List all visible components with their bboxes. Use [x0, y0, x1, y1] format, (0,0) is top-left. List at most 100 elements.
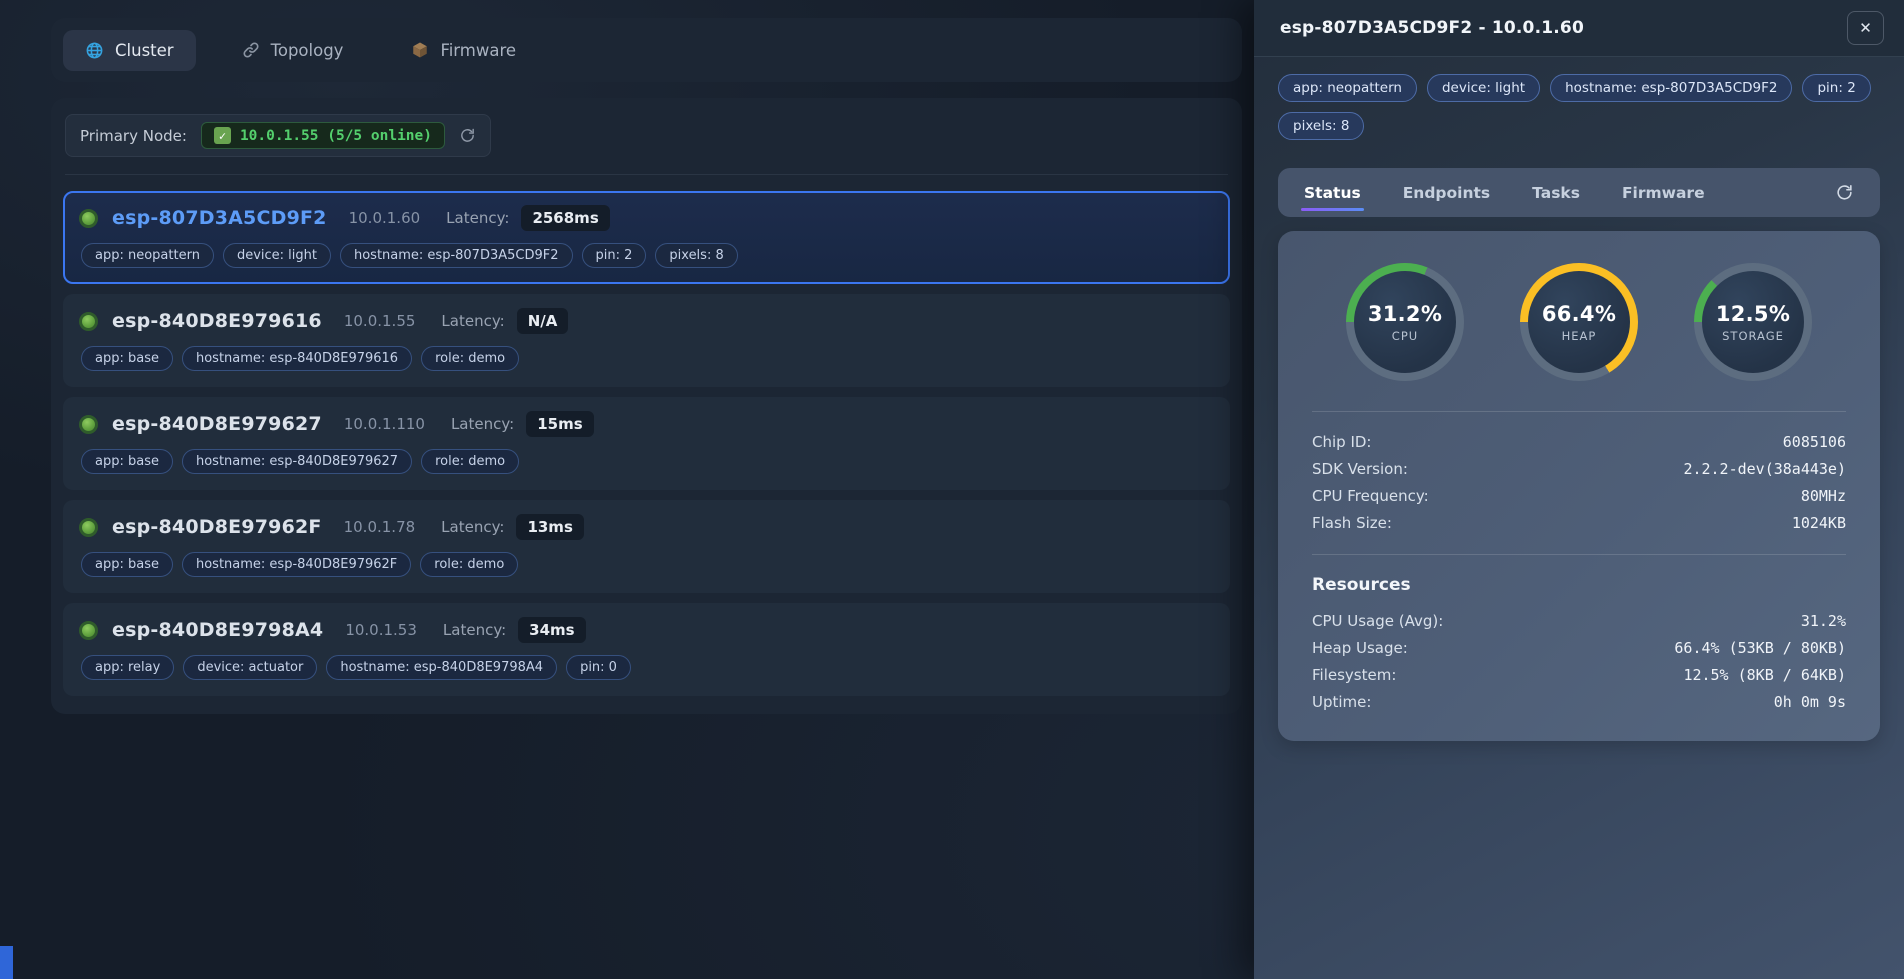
tag-pill: hostname: esp-840D8E97962F — [182, 552, 411, 577]
latency-value: 2568ms — [521, 205, 609, 231]
primary-node-label: Primary Node: — [80, 127, 187, 145]
tab-firmware-detail[interactable]: Firmware — [1622, 168, 1705, 217]
tab-status[interactable]: Status — [1304, 168, 1361, 217]
heap-gauge: 66.4% HEAP — [1520, 263, 1638, 381]
tab-endpoints-label: Endpoints — [1403, 184, 1490, 202]
tab-tasks[interactable]: Tasks — [1532, 168, 1580, 217]
divider — [1312, 554, 1846, 555]
node-ip: 10.0.1.53 — [345, 621, 417, 639]
online-status-dot — [79, 518, 98, 537]
node-name: esp-840D8E979616 — [112, 310, 322, 332]
storage-gauge-label: STORAGE — [1722, 329, 1784, 343]
gauges: 31.2% CPU 66.4% HEAP 12.5% STORAGE — [1312, 263, 1846, 381]
primary-refresh-button[interactable] — [459, 127, 476, 144]
detail-row-cpu-frequency: CPU Frequency: 80MHz — [1312, 482, 1846, 509]
node-row-esp-840D8E979616[interactable]: esp-840D8E979616 10.0.1.55 Latency: N/A … — [63, 294, 1230, 387]
online-status-dot — [79, 209, 98, 228]
node-ip: 10.0.1.55 — [344, 312, 416, 330]
node-row-esp-807D3A5CD9F2[interactable]: esp-807D3A5CD9F2 10.0.1.60 Latency: 2568… — [63, 191, 1230, 284]
node-tags: app: base hostname: esp-840D8E979616 rol… — [81, 346, 1214, 371]
close-button[interactable]: ✕ — [1847, 11, 1884, 45]
tag-pill: hostname: esp-807D3A5CD9F2 — [1550, 74, 1792, 102]
primary-node-status-badge: ✓ 10.0.1.55 (5/5 online) — [201, 122, 445, 149]
node-name: esp-840D8E97962F — [112, 516, 322, 538]
latency-label: Latency: — [446, 209, 509, 227]
latency-value: N/A — [517, 308, 569, 334]
detail-label: Heap Usage: — [1312, 639, 1408, 657]
panel-header: esp-807D3A5CD9F2 - 10.0.1.60 ✕ — [1254, 0, 1904, 57]
detail-value: 6085106 — [1783, 433, 1846, 451]
tab-status-label: Status — [1304, 184, 1361, 202]
main-area: Cluster Topology Firmware — [51, 18, 1242, 714]
tag-pill: role: demo — [420, 552, 518, 577]
latency-value: 34ms — [518, 617, 585, 643]
top-nav: Cluster Topology Firmware — [51, 18, 1242, 82]
tab-firmware[interactable]: Firmware — [389, 30, 538, 71]
tab-cluster[interactable]: Cluster — [63, 30, 196, 71]
tag-pill: app: base — [81, 552, 173, 577]
tag-pill: pin: 2 — [582, 243, 647, 268]
tab-firmware-detail-label: Firmware — [1622, 184, 1705, 202]
latency-value: 15ms — [526, 411, 593, 437]
active-tab-underline — [1301, 208, 1364, 211]
tab-firmware-label: Firmware — [440, 41, 516, 60]
tag-pill: app: neopattern — [1278, 74, 1417, 102]
corner-accent — [0, 946, 13, 979]
node-ip: 10.0.1.78 — [344, 518, 416, 536]
detail-tabs: Status Endpoints Tasks Firmware — [1278, 168, 1880, 217]
node-ip: 10.0.1.110 — [344, 415, 425, 433]
latency-label: Latency: — [441, 312, 504, 330]
node-row-esp-840D8E979627[interactable]: esp-840D8E979627 10.0.1.110 Latency: 15m… — [63, 397, 1230, 490]
node-row-esp-840D8E9798A4[interactable]: esp-840D8E9798A4 10.0.1.53 Latency: 34ms… — [63, 603, 1230, 696]
node-tags: app: neopattern device: light hostname: … — [81, 243, 1214, 268]
latency-label: Latency: — [451, 415, 514, 433]
cpu-gauge-label: CPU — [1392, 329, 1418, 343]
tag-pill: pin: 2 — [1802, 74, 1870, 102]
panel-refresh-button[interactable] — [1835, 168, 1854, 217]
tab-endpoints[interactable]: Endpoints — [1403, 168, 1490, 217]
tag-pill: device: light — [223, 243, 331, 268]
tag-pill: app: base — [81, 449, 173, 474]
detail-value: 66.4% (53KB / 80KB) — [1674, 639, 1846, 657]
resource-row-cpu-usage: CPU Usage (Avg): 31.2% — [1312, 607, 1846, 634]
cpu-gauge-value: 31.2% — [1368, 302, 1442, 326]
node-detail-panel: esp-807D3A5CD9F2 - 10.0.1.60 ✕ app: neop… — [1254, 0, 1904, 979]
status-content-card: 31.2% CPU 66.4% HEAP 12.5% STORAGE Chi — [1278, 231, 1880, 741]
latency-label: Latency: — [441, 518, 504, 536]
globe-icon — [85, 41, 104, 60]
panel-tags: app: neopattern device: light hostname: … — [1254, 57, 1904, 146]
node-name: esp-840D8E979627 — [112, 413, 322, 435]
resources-heading: Resources — [1312, 575, 1846, 595]
storage-gauge: 12.5% STORAGE — [1694, 263, 1812, 381]
node-name: esp-840D8E9798A4 — [112, 619, 323, 641]
tab-cluster-label: Cluster — [115, 41, 174, 60]
link-icon — [242, 41, 260, 59]
node-tags: app: relay device: actuator hostname: es… — [81, 655, 1214, 680]
detail-value: 80MHz — [1801, 487, 1846, 505]
detail-label: Flash Size: — [1312, 514, 1392, 532]
online-status-dot — [79, 415, 98, 434]
tab-topology-label: Topology — [271, 41, 344, 60]
detail-value: 0h 0m 9s — [1774, 693, 1846, 711]
detail-row-chip-id: Chip ID: 6085106 — [1312, 428, 1846, 455]
detail-label: Uptime: — [1312, 693, 1371, 711]
online-status-dot — [79, 312, 98, 331]
node-tags: app: base hostname: esp-840D8E97962F rol… — [81, 552, 1214, 577]
tag-pill: app: base — [81, 346, 173, 371]
node-row-esp-840D8E97962F[interactable]: esp-840D8E97962F 10.0.1.78 Latency: 13ms… — [63, 500, 1230, 593]
divider — [65, 174, 1228, 175]
tag-pill: app: relay — [81, 655, 174, 680]
heap-gauge-label: HEAP — [1562, 329, 1597, 343]
cluster-list-card: Primary Node: ✓ 10.0.1.55 (5/5 online) e… — [51, 98, 1242, 714]
tab-topology[interactable]: Topology — [220, 30, 366, 71]
resource-list: CPU Usage (Avg): 31.2% Heap Usage: 66.4%… — [1312, 607, 1846, 715]
tag-pill: hostname: esp-807D3A5CD9F2 — [340, 243, 573, 268]
node-list: esp-807D3A5CD9F2 10.0.1.60 Latency: 2568… — [63, 191, 1230, 696]
tag-pill: hostname: esp-840D8E979627 — [182, 449, 412, 474]
tag-pill: hostname: esp-840D8E9798A4 — [326, 655, 557, 680]
detail-value: 1024KB — [1792, 514, 1846, 532]
latency-value: 13ms — [516, 514, 583, 540]
detail-label: CPU Usage (Avg): — [1312, 612, 1443, 630]
node-tags: app: base hostname: esp-840D8E979627 rol… — [81, 449, 1214, 474]
resource-row-heap-usage: Heap Usage: 66.4% (53KB / 80KB) — [1312, 634, 1846, 661]
